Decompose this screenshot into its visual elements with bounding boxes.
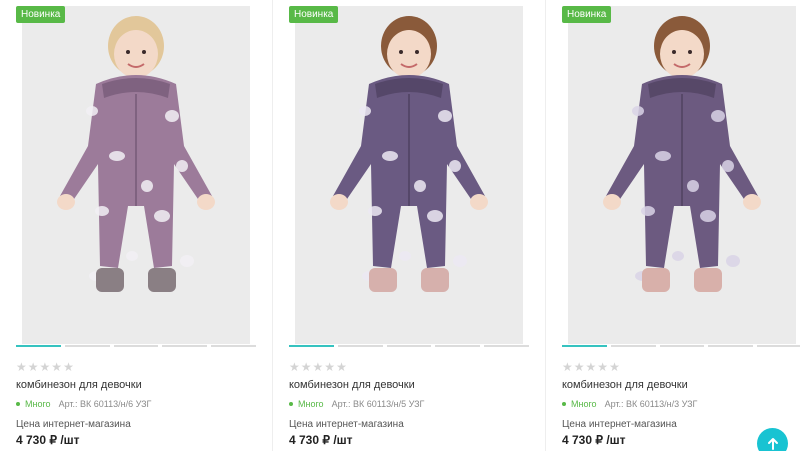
new-badge: Новинка: [562, 6, 612, 23]
product-card[interactable]: Новинка ★ ★ ★ ★ ★ комбинезон для девочки…: [10, 0, 272, 451]
star-icon: ★: [51, 360, 63, 374]
star-icon: ★: [597, 360, 609, 374]
star-icon: ★: [300, 360, 312, 374]
article-number: Арт.: ВК 60113/н/3 УЗГ: [604, 399, 698, 409]
gallery-dot[interactable]: [562, 345, 607, 347]
star-icon: ★: [573, 360, 585, 374]
stock-info: Много Арт.: ВК 60113/н/5 УЗГ: [289, 399, 424, 409]
product-photo[interactable]: [295, 6, 523, 344]
rating-stars: ★ ★ ★ ★ ★: [16, 360, 74, 374]
gallery-dot[interactable]: [16, 345, 61, 347]
rating-stars: ★ ★ ★ ★ ★: [289, 360, 347, 374]
gallery-dots[interactable]: [289, 345, 529, 348]
new-badge: Новинка: [289, 6, 339, 23]
product-card[interactable]: Новинка ★ ★ ★ ★ ★ комбинезон для девочки…: [556, 0, 800, 451]
stock-dot-icon: [289, 402, 293, 406]
product-title[interactable]: комбинезон для девочки: [562, 379, 688, 391]
new-badge: Новинка: [16, 6, 66, 23]
star-icon: ★: [609, 360, 620, 374]
stock-info: Много Арт.: ВК 60113/н/6 УЗГ: [16, 399, 151, 409]
star-icon: ★: [585, 360, 597, 374]
stock-status: Много: [25, 399, 51, 409]
star-icon: ★: [63, 360, 74, 374]
gallery-dot[interactable]: [386, 345, 432, 347]
card-divider: [545, 0, 546, 451]
stock-dot-icon: [562, 402, 566, 406]
gallery-dot[interactable]: [113, 345, 159, 347]
price-label: Цена интернет-магазина: [289, 419, 404, 430]
gallery-dot[interactable]: [337, 345, 383, 347]
price: 4 730 ₽ /шт: [562, 433, 626, 447]
gallery-dot[interactable]: [659, 345, 705, 347]
article-number: Арт.: ВК 60113/н/6 УЗГ: [58, 399, 152, 409]
arrow-up-icon: [767, 437, 778, 450]
star-icon: ★: [27, 360, 39, 374]
card-divider: [272, 0, 273, 451]
gallery-dot[interactable]: [484, 345, 529, 347]
scroll-to-top-button[interactable]: [757, 428, 788, 451]
gallery-dot[interactable]: [435, 345, 481, 347]
gallery-dot[interactable]: [610, 345, 656, 347]
stock-status: Много: [571, 399, 597, 409]
article-number: Арт.: ВК 60113/н/5 УЗГ: [331, 399, 425, 409]
stock-info: Много Арт.: ВК 60113/н/3 УЗГ: [562, 399, 697, 409]
stock-dot-icon: [16, 402, 20, 406]
star-icon: ★: [562, 360, 573, 374]
product-photo[interactable]: [568, 6, 796, 344]
gallery-dots[interactable]: [562, 345, 800, 348]
gallery-dot[interactable]: [211, 345, 256, 347]
product-title[interactable]: комбинезон для девочки: [289, 379, 415, 391]
product-card[interactable]: Новинка ★ ★ ★ ★ ★ комбинезон для девочки…: [283, 0, 545, 451]
stock-status: Много: [298, 399, 324, 409]
price: 4 730 ₽ /шт: [289, 433, 353, 447]
price-label: Цена интернет-магазина: [562, 419, 677, 430]
gallery-dots[interactable]: [16, 345, 256, 348]
product-photo[interactable]: [22, 6, 250, 344]
star-icon: ★: [324, 360, 336, 374]
star-icon: ★: [336, 360, 347, 374]
star-icon: ★: [16, 360, 27, 374]
price: 4 730 ₽ /шт: [16, 433, 80, 447]
product-grid: Новинка ★ ★ ★ ★ ★ комбинезон для девочки…: [0, 0, 800, 451]
product-title[interactable]: комбинезон для девочки: [16, 379, 142, 391]
star-icon: ★: [289, 360, 300, 374]
gallery-dot[interactable]: [289, 345, 334, 347]
star-icon: ★: [39, 360, 51, 374]
rating-stars: ★ ★ ★ ★ ★: [562, 360, 620, 374]
price-label: Цена интернет-магазина: [16, 419, 131, 430]
gallery-dot[interactable]: [64, 345, 110, 347]
gallery-dot[interactable]: [162, 345, 208, 347]
gallery-dot[interactable]: [708, 345, 754, 347]
gallery-dot[interactable]: [757, 345, 800, 347]
star-icon: ★: [312, 360, 324, 374]
